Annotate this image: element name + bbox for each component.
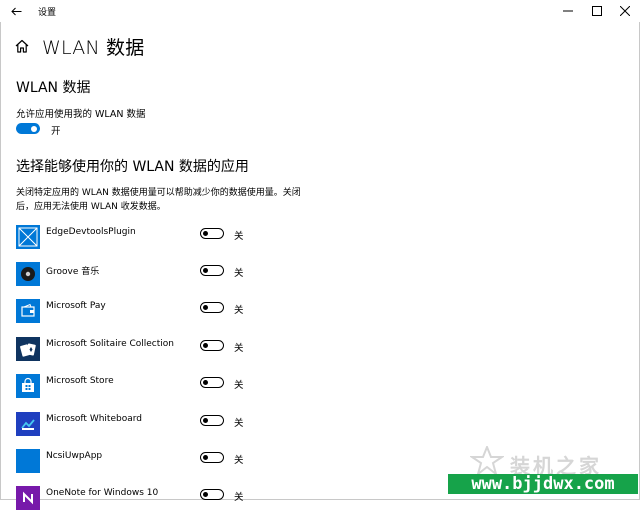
app-row: NcsiUwpApp 关 — [16, 449, 266, 475]
app-toggle-state: 关 — [234, 268, 244, 279]
back-button[interactable] — [6, 2, 26, 20]
wallet-icon — [16, 299, 40, 323]
store-bag-icon — [16, 374, 40, 398]
app-name: Microsoft Pay — [46, 301, 106, 311]
app-wlan-toggle[interactable] — [200, 265, 224, 276]
app-toggle-state: 关 — [234, 492, 244, 503]
app-row: Microsoft Whiteboard 关 — [16, 412, 266, 438]
close-button[interactable] — [610, 0, 640, 22]
app-toggle-state: 关 — [234, 343, 244, 354]
app-name: EdgeDevtoolsPlugin — [46, 227, 136, 237]
app-name: OneNote for Windows 10 — [46, 488, 159, 498]
app-name: Microsoft Store — [46, 376, 114, 386]
app-toggle-state: 关 — [234, 305, 244, 316]
app-toggle-state: 关 — [234, 231, 244, 242]
app-toggle-state: 关 — [234, 418, 244, 429]
app-toggle-state: 关 — [234, 380, 244, 391]
groove-music-icon — [16, 262, 40, 286]
whiteboard-icon — [16, 412, 40, 436]
edge-devtools-icon — [16, 225, 40, 249]
title-bar: 设置 — [0, 0, 640, 22]
app-wlan-toggle[interactable] — [200, 340, 224, 351]
app-wlan-toggle[interactable] — [200, 452, 224, 463]
ncsi-app-icon — [16, 449, 40, 473]
allow-wlan-toggle[interactable] — [16, 123, 40, 134]
watermark: 装机之家 www.bjjdwx.com — [448, 446, 638, 496]
section-title: WLAN 数据 — [16, 80, 91, 96]
close-icon — [620, 6, 630, 16]
app-wlan-toggle[interactable] — [200, 302, 224, 313]
minimize-button[interactable] — [553, 0, 583, 22]
app-row: Microsoft Store 关 — [16, 374, 266, 400]
app-row: Microsoft Solitaire Collection 关 — [16, 337, 266, 363]
app-name: Microsoft Solitaire Collection — [46, 339, 174, 349]
solitaire-cards-icon — [16, 337, 40, 361]
app-name: NcsiUwpApp — [46, 451, 103, 461]
app-wlan-toggle[interactable] — [200, 377, 224, 388]
app-name: Microsoft Whiteboard — [46, 414, 142, 424]
watermark-url: www.bjjdwx.com — [448, 474, 638, 494]
home-icon[interactable] — [14, 38, 30, 54]
star-logo-icon — [470, 446, 504, 476]
allow-wlan-toggle-state: 开 — [51, 126, 61, 137]
minimize-icon — [563, 10, 573, 12]
apps-description: 关闭特定应用的 WLAN 数据使用量可以帮助减少你的数据使用量。关闭后，应用无法… — [16, 188, 301, 212]
back-arrow-icon — [10, 7, 21, 15]
page-title: WLAN 数据 — [42, 37, 145, 59]
maximize-icon — [592, 6, 602, 16]
window-title: 设置 — [38, 8, 57, 18]
onenote-icon — [16, 486, 40, 510]
app-row: Microsoft Pay 关 — [16, 299, 266, 325]
app-wlan-toggle[interactable] — [200, 228, 224, 239]
app-row: OneNote for Windows 10 关 — [16, 486, 266, 512]
apps-section-title: 选择能够使用你的 WLAN 数据的应用 — [16, 159, 249, 175]
app-wlan-toggle[interactable] — [200, 415, 224, 426]
app-toggle-state: 关 — [234, 455, 244, 466]
app-name: Groove 音乐 — [46, 267, 100, 277]
maximize-button[interactable] — [582, 0, 612, 22]
app-row: Groove 音乐 关 — [16, 262, 266, 288]
app-row: EdgeDevtoolsPlugin 关 — [16, 225, 266, 251]
allow-wlan-label: 允许应用使用我的 WLAN 数据 — [16, 109, 146, 120]
app-wlan-toggle[interactable] — [200, 489, 224, 500]
